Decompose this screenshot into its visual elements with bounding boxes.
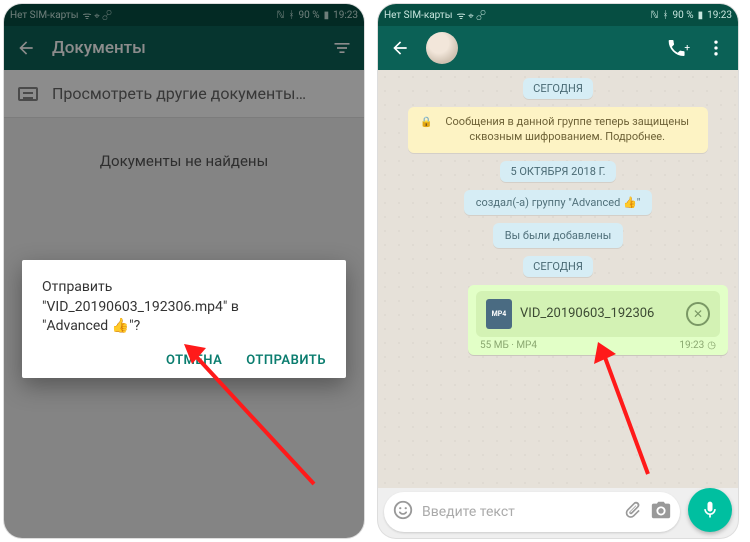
- nfc-icon: ℕ: [651, 10, 659, 21]
- more-icon[interactable]: [704, 36, 728, 60]
- screen-chat: Нет SIM-карты ᯤ ⌖ ☍ ℕ ᚼ 90 % ▮ 19:23 +: [378, 4, 738, 538]
- date-chip-today: СЕГОДНЯ: [523, 78, 593, 99]
- group-avatar[interactable]: [426, 32, 458, 64]
- call-icon[interactable]: +: [666, 36, 690, 60]
- message-input-bar[interactable]: Введите текст: [384, 492, 680, 532]
- clock-icon: ◷: [707, 340, 716, 351]
- status-icons-left: ᯤ ⌖ ☍: [456, 8, 485, 22]
- back-icon[interactable]: [388, 36, 412, 60]
- bluetooth-icon: ᚼ: [663, 10, 669, 21]
- status-sim-text: Нет SIM-карты: [384, 10, 452, 21]
- cancel-upload-button[interactable]: ✕: [686, 302, 710, 326]
- system-message-created: создал(-а) группу "Advanced 👍": [464, 190, 652, 215]
- appbar-chat: +: [378, 26, 738, 70]
- message-input[interactable]: Введите текст: [422, 504, 614, 520]
- camera-icon[interactable]: [650, 499, 672, 525]
- battery-text: 90 %: [673, 10, 694, 21]
- system-message-added: Вы были добавлены: [493, 223, 624, 248]
- message-time: 19:23: [679, 340, 704, 351]
- encryption-notice[interactable]: 🔒 Сообщения в данной группе теперь защищ…: [408, 107, 708, 153]
- document-filename: VID_20190603_192306: [520, 306, 678, 321]
- status-time: 19:23: [707, 10, 732, 21]
- status-bar: Нет SIM-карты ᯤ ⌖ ☍ ℕ ᚼ 90 % ▮ 19:23: [378, 4, 738, 26]
- emoji-icon[interactable]: [392, 499, 414, 525]
- send-confirmation-dialog: Отправить "VID_20190603_192306.mp4" в "A…: [22, 260, 346, 378]
- date-chip-today-2: СЕГОДНЯ: [523, 256, 593, 277]
- document-meta: 55 МБ · MP4: [480, 340, 537, 351]
- dialog-message: Отправить "VID_20190603_192306.mp4" в "A…: [42, 278, 326, 337]
- mic-send-button[interactable]: [688, 488, 732, 532]
- battery-icon: ▮: [698, 10, 704, 21]
- file-type-icon: MP4: [486, 299, 512, 329]
- dialog-cancel-button[interactable]: ОТМЕНА: [166, 353, 222, 368]
- lock-icon: 🔒: [420, 116, 432, 130]
- chat-scroll-area[interactable]: СЕГОДНЯ 🔒 Сообщения в данной группе тепе…: [378, 70, 738, 488]
- screen-document-picker: Нет SIM-карты ᯤ ⌖ ☍ ℕ ᚼ 90 % ▮ 19:23 Док…: [4, 4, 364, 538]
- dialog-send-button[interactable]: ОТПРАВИТЬ: [246, 353, 326, 368]
- date-chip: 5 ОКТЯБРЯ 2018 Г.: [500, 161, 615, 182]
- attach-icon[interactable]: [622, 500, 642, 524]
- outgoing-document-bubble[interactable]: MP4 VID_20190603_192306 ✕ 55 МБ · MP4 19…: [468, 285, 728, 355]
